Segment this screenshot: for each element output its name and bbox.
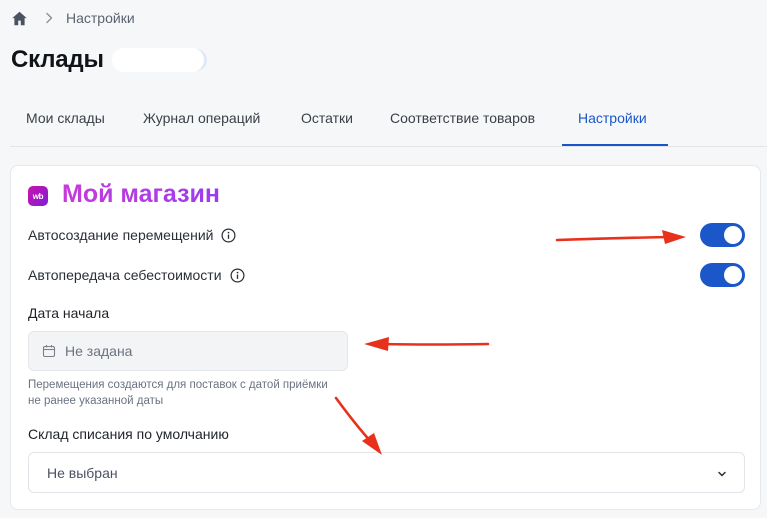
writeoff-warehouse-value: Не выбран	[47, 464, 118, 481]
redacted-badge	[112, 48, 204, 72]
wildberries-logo: wb	[28, 186, 48, 206]
auto-cost-toggle[interactable]	[700, 263, 745, 287]
calendar-icon	[42, 344, 56, 358]
breadcrumb: Настройки	[11, 9, 135, 27]
shop-name: Мой магазин	[62, 180, 220, 208]
tab-settings[interactable]: Настройки	[578, 110, 647, 146]
writeoff-warehouse-label: Склад списания по умолчанию	[28, 426, 229, 442]
tab-operations-log[interactable]: Журнал операций	[143, 110, 260, 146]
toggle-knob	[724, 266, 742, 284]
home-icon[interactable]	[11, 10, 28, 27]
tab-my-warehouses[interactable]: Мои склады	[26, 110, 105, 146]
auto-cost-row: Автопередача себестоимости	[28, 267, 245, 283]
tab-stock[interactable]: Остатки	[301, 110, 353, 146]
start-date-label: Дата начала	[28, 305, 110, 321]
marketplace-settings-card: wb Мой магазин Автосоздание перемещений …	[10, 165, 761, 510]
tab-product-mapping[interactable]: Соответствие товаров	[390, 110, 535, 146]
start-date-input[interactable]: Не задана	[28, 331, 348, 371]
auto-transfers-toggle[interactable]	[700, 223, 745, 247]
auto-transfers-label: Автосоздание перемещений	[28, 227, 214, 243]
auto-cost-label: Автопередача себестоимости	[28, 267, 222, 283]
start-date-hint: Перемещения создаются для поставок с дат…	[28, 379, 328, 407]
writeoff-warehouse-select[interactable]: Не выбран	[28, 452, 745, 493]
page-title: Склады	[11, 46, 104, 73]
auto-transfers-row: Автосоздание перемещений	[28, 227, 236, 243]
chevron-down-icon	[716, 467, 728, 479]
toggle-knob	[724, 226, 742, 244]
breadcrumb-current[interactable]: Настройки	[66, 10, 135, 26]
tab-bar: Мои склады Журнал операций Остатки Соотв…	[10, 100, 767, 147]
info-icon[interactable]	[230, 268, 245, 283]
chevron-right-icon	[42, 11, 56, 25]
info-icon[interactable]	[221, 228, 236, 243]
start-date-placeholder: Не задана	[65, 343, 133, 359]
active-tab-indicator	[562, 144, 668, 146]
